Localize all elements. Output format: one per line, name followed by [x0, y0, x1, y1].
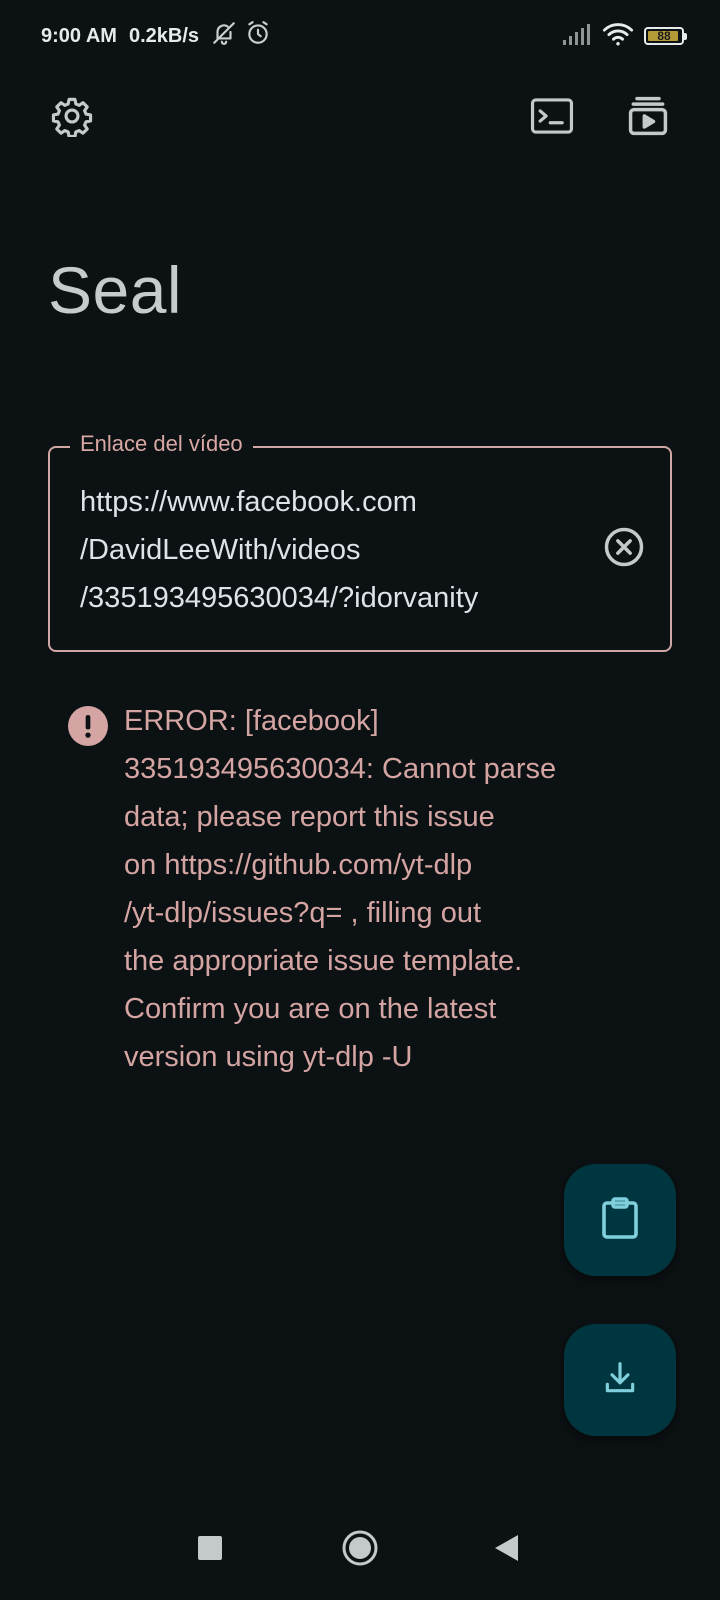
back-button[interactable]	[482, 1526, 530, 1574]
alarm-icon	[245, 20, 271, 52]
terminal-icon	[530, 96, 574, 141]
recents-button[interactable]	[186, 1526, 234, 1574]
signal-icon	[562, 22, 592, 51]
video-library-button[interactable]	[620, 90, 676, 146]
download-icon	[601, 1359, 639, 1402]
video-library-icon	[626, 94, 670, 143]
status-bar-left: 9:00 AM 0.2kB/s	[41, 20, 271, 52]
settings-button[interactable]	[44, 90, 100, 146]
battery-level: 88	[657, 29, 671, 43]
notifications-off-icon	[211, 20, 237, 52]
wifi-icon	[602, 21, 634, 52]
status-time: 9:00 AM	[41, 24, 117, 47]
home-button[interactable]	[336, 1526, 384, 1574]
paste-button[interactable]	[564, 1164, 676, 1276]
status-bar-right: 88	[562, 20, 687, 52]
url-input-label: Enlace del vídeo	[70, 431, 253, 457]
url-input-value[interactable]: https://www.facebook.com /DavidLeeWith/v…	[80, 478, 580, 622]
error-message: ERROR: [facebook] 335193495630034: Canno…	[124, 705, 557, 1073]
clear-url-button[interactable]	[600, 525, 648, 573]
clear-icon	[603, 526, 645, 573]
battery-icon: 88	[644, 27, 687, 45]
error-icon	[68, 706, 108, 746]
app-title: Seal	[48, 253, 183, 327]
home-icon	[341, 1529, 379, 1572]
terminal-button[interactable]	[524, 90, 580, 146]
clipboard-icon	[600, 1196, 640, 1245]
settings-icon	[51, 95, 93, 142]
download-button[interactable]	[564, 1324, 676, 1436]
back-icon	[492, 1533, 520, 1568]
status-net-speed: 0.2kB/s	[128, 24, 200, 47]
recents-icon	[197, 1535, 223, 1566]
navigation-bar	[0, 1500, 720, 1600]
